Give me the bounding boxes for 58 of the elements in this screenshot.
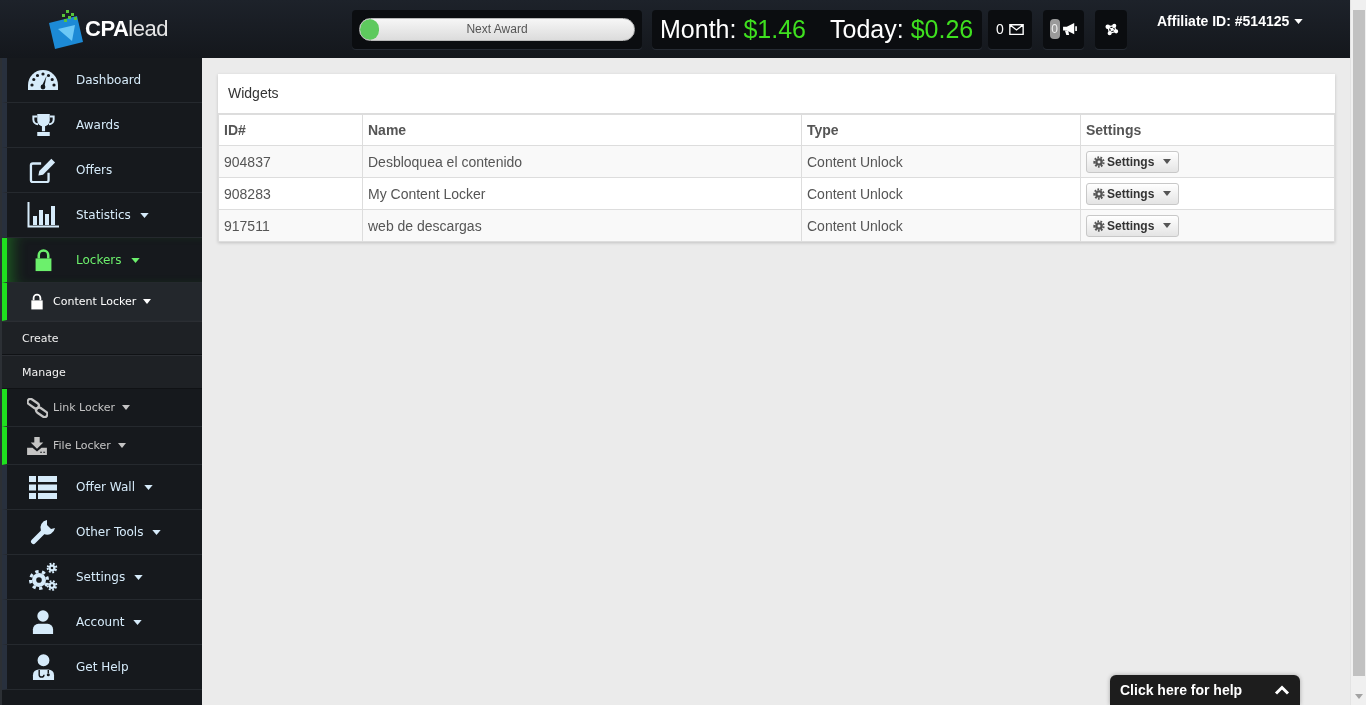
scrollbar-thumb[interactable]	[1352, 10, 1365, 676]
sidebar-subitem[interactable]: Content Locker	[2, 283, 202, 321]
caret-icon	[1294, 18, 1304, 24]
sidebar-subitem[interactable]: Manage	[2, 355, 202, 389]
column-header: Type	[801, 114, 1081, 146]
lock-icon	[33, 248, 53, 272]
bar-chart-icon	[27, 202, 59, 228]
settings-dropdown-button[interactable]: Settings	[1086, 182, 1180, 205]
notification-badge: 0	[1049, 19, 1060, 39]
megaphone-icon	[1062, 22, 1078, 36]
table-cell: 904837	[218, 145, 363, 178]
settings-dropdown-button[interactable]: Settings	[1086, 150, 1180, 173]
download-icon	[27, 436, 47, 455]
envelope-icon	[1008, 23, 1024, 35]
caret-icon	[1163, 223, 1172, 228]
scrollbar[interactable]	[1350, 0, 1366, 705]
network-button[interactable]	[1095, 9, 1127, 49]
table-cell: My Content Locker	[362, 177, 802, 210]
affiliate-menu[interactable]: Affiliate ID: #514125	[1157, 13, 1304, 29]
caret-icon	[1163, 159, 1172, 164]
chevron-up-icon	[1274, 685, 1290, 695]
settings-dropdown-button[interactable]: Settings	[1086, 214, 1180, 237]
arrow-down-icon	[1354, 694, 1363, 699]
chain-icon	[26, 397, 48, 418]
table-cell: Content Unlock	[801, 209, 1081, 242]
earnings-value: $0.26	[910, 14, 974, 44]
column-header: Settings	[1080, 114, 1335, 146]
lock-icon	[30, 293, 44, 310]
table-cell: 908283	[218, 177, 363, 210]
user-icon	[32, 610, 54, 634]
earnings-value: $1.46	[743, 14, 806, 44]
column-header: ID#	[218, 114, 363, 146]
table-cell: 917511	[218, 209, 363, 242]
wrench-icon	[30, 519, 56, 545]
network-icon	[1103, 22, 1119, 36]
table-cell: Content Unlock	[801, 177, 1081, 210]
table-cell: Content Unlock	[801, 145, 1081, 178]
gear-icon	[1093, 155, 1105, 168]
caret-icon	[1163, 191, 1172, 196]
logo-text: CPAlead	[85, 16, 168, 42]
gears-icon	[28, 562, 58, 592]
progress-label: Next Award	[466, 21, 528, 36]
table-cell: Desbloquea el contenido	[362, 145, 802, 178]
logo-icon	[48, 9, 84, 49]
pencil-square-icon	[29, 157, 57, 183]
doctor-icon	[31, 654, 55, 680]
gear-icon	[1093, 219, 1105, 232]
gauge-icon	[28, 70, 58, 90]
sidebar-subitem[interactable]: Create	[2, 321, 202, 355]
list-icon	[29, 475, 57, 499]
messages-button[interactable]: 0	[988, 9, 1032, 49]
help-button[interactable]: Click here for help	[1110, 675, 1300, 705]
earnings-label: Month:	[660, 14, 737, 44]
table-cell: web de descargas	[362, 209, 802, 242]
earnings-label: Today:	[830, 14, 904, 44]
gear-icon	[1093, 187, 1105, 200]
column-header: Name	[362, 114, 802, 146]
trophy-icon	[30, 113, 56, 137]
